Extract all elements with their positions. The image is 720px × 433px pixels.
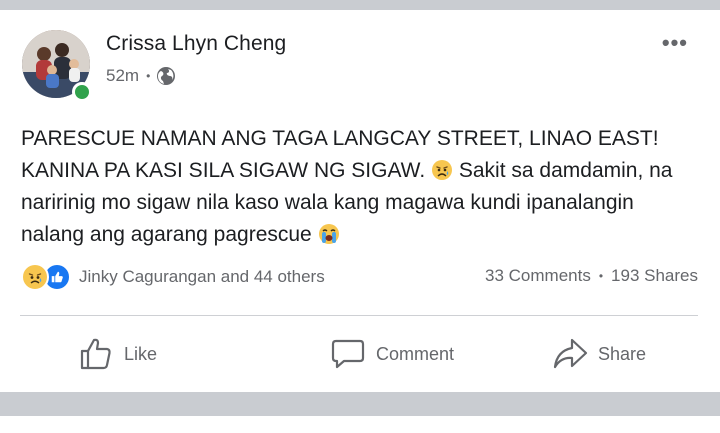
share-button[interactable]: Share	[477, 316, 720, 392]
post-text-line-2: KANINA PA KASI SILA SIGAW NG SIGAW.	[21, 159, 426, 182]
post-card: Crissa Lhyn Cheng 52m • ••• PARESCUE NAM…	[0, 10, 720, 392]
share-arrow-icon	[553, 338, 588, 369]
shares-count[interactable]: 193 Shares	[611, 266, 698, 286]
reactors-text[interactable]: Jinky Cagurangan and 44 others	[79, 267, 325, 287]
next-post-edge	[0, 416, 720, 433]
author-name[interactable]: Crissa Lhyn Cheng	[106, 32, 286, 56]
meta-separator: •	[146, 69, 151, 83]
online-status-indicator	[72, 82, 92, 102]
crying-emoji	[318, 224, 339, 244]
like-button[interactable]: Like	[0, 316, 247, 392]
comments-count[interactable]: 33 Comments	[485, 266, 591, 286]
action-bar: Like Comment Share	[0, 316, 720, 392]
engagement-counts: 33 Comments • 193 Shares	[485, 266, 698, 286]
comment-label: Comment	[375, 343, 454, 364]
post-meta: 52m •	[106, 64, 176, 88]
like-label: Like	[124, 343, 158, 364]
more-options-icon[interactable]: •••	[662, 32, 688, 54]
sad-reaction-icon	[21, 263, 49, 291]
globe-icon[interactable]	[156, 66, 176, 86]
counts-separator: •	[598, 269, 604, 283]
comment-button[interactable]: Comment	[247, 316, 476, 392]
sad-tear-emoji	[432, 160, 453, 180]
post-body: PARESCUE NAMAN ANG TAGA LANGCAY STREET, …	[21, 123, 701, 251]
thumbs-up-icon	[80, 338, 111, 370]
share-label: Share	[597, 343, 646, 364]
post-time[interactable]: 52m	[106, 66, 139, 86]
post-text-line-1: PARESCUE NAMAN ANG TAGA LANGCAY STREET, …	[21, 127, 659, 150]
feed-separator	[0, 392, 720, 416]
reactions-summary[interactable]: Jinky Cagurangan and 44 others	[21, 262, 325, 292]
comment-icon	[331, 339, 365, 369]
